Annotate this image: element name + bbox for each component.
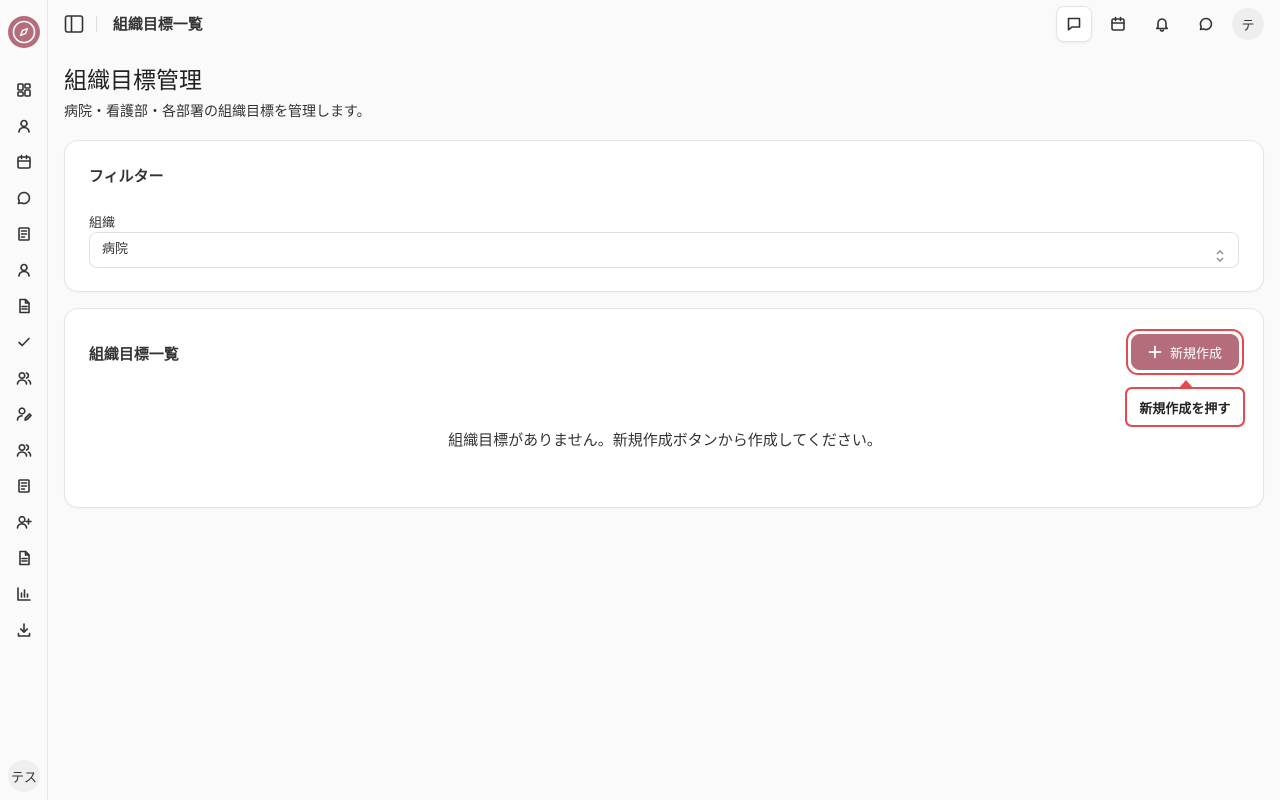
calendar-button[interactable]	[1102, 8, 1134, 40]
document-icon[interactable]	[14, 548, 34, 568]
download-icon[interactable]	[14, 620, 34, 640]
notifications-button[interactable]	[1146, 8, 1178, 40]
message-square-icon	[1067, 17, 1081, 31]
compass-icon	[12, 20, 36, 44]
org-select[interactable]: 病院	[89, 232, 1239, 268]
new-create-button[interactable]: 新規作成	[1131, 334, 1239, 370]
chat-icon[interactable]	[14, 188, 34, 208]
calendar-icon	[1111, 16, 1125, 31]
header-avatar[interactable]: テ	[1232, 8, 1264, 40]
user-icon[interactable]	[14, 260, 34, 280]
breadcrumb-title: 組織目標一覧	[113, 15, 204, 33]
filter-heading: フィルター	[89, 167, 164, 185]
book-icon[interactable]	[14, 224, 34, 244]
bar-chart-icon[interactable]	[14, 584, 34, 604]
user-plus-icon[interactable]	[14, 512, 34, 532]
message-button[interactable]	[1056, 6, 1092, 42]
goal-list-heading: 組織目標一覧	[89, 345, 180, 363]
org-label: 組織	[89, 216, 116, 231]
header-divider	[96, 16, 97, 32]
new-create-label: 新規作成	[1169, 346, 1222, 362]
chat-button[interactable]	[1190, 8, 1222, 40]
user-icon[interactable]	[14, 116, 34, 136]
sidebar-toggle-icon[interactable]	[64, 14, 84, 34]
check-icon[interactable]	[14, 332, 34, 352]
chat-icon	[1199, 17, 1213, 31]
goal-list-card: 組織目標一覧 新規作成 新規作成を押す 組織目標がありません。新規作成ボタンから…	[64, 308, 1264, 508]
guide-tooltip: 新規作成を押す	[1125, 387, 1245, 427]
app-logo[interactable]	[8, 16, 40, 48]
chevron-updown-icon	[1214, 243, 1226, 262]
empty-state-message: 組織目標がありません。新規作成ボタンから作成してください。	[448, 431, 882, 449]
calendar-icon[interactable]	[14, 152, 34, 172]
page-title: 組織目標管理	[64, 68, 202, 94]
user-edit-icon[interactable]	[14, 404, 34, 424]
new-button-highlight: 新規作成	[1126, 329, 1244, 375]
plus-icon	[1148, 345, 1162, 359]
book-icon[interactable]	[14, 476, 34, 496]
page-description: 病院・看護部・各部署の組織目標を管理します。	[64, 104, 371, 120]
users-icon[interactable]	[14, 368, 34, 388]
bell-icon	[1156, 18, 1168, 32]
document-icon[interactable]	[14, 296, 34, 316]
users-icon[interactable]	[14, 440, 34, 460]
dashboard-icon[interactable]	[14, 80, 34, 100]
top-header: 組織目標一覧 テ	[48, 0, 1280, 48]
org-select-value: 病院	[102, 242, 129, 257]
filter-card: フィルター 組織 病院	[64, 140, 1264, 292]
user-avatar[interactable]: テス	[8, 760, 40, 792]
sidebar: テス	[0, 0, 48, 800]
